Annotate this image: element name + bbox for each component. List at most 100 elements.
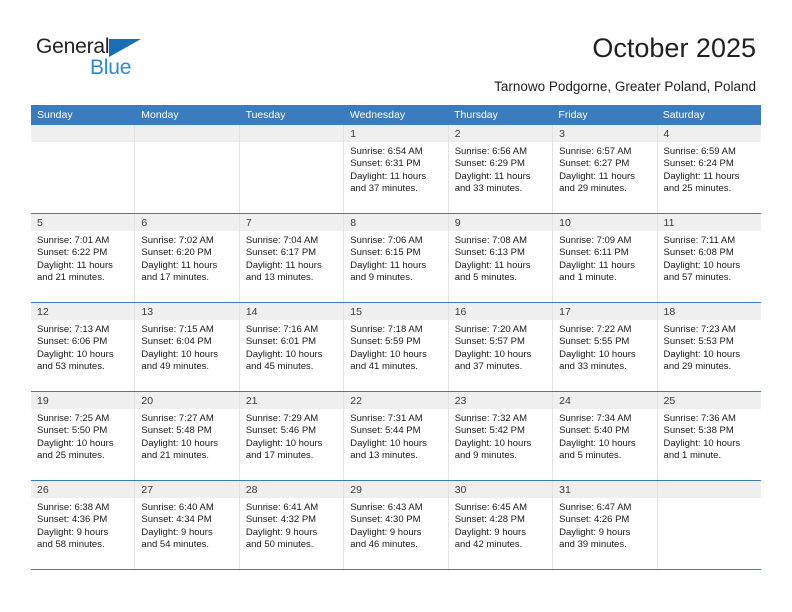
day-details: Sunrise: 7:16 AM Sunset: 6:01 PM Daylight:… (240, 320, 343, 391)
sunset-time: Sunset: 6:20 PM (141, 247, 212, 259)
calendar-day-cell[interactable]: 19 Sunrise: 7:25 AM Sunset: 5:50 PM Dayligh… (31, 392, 136, 480)
weekday-header-monday: Monday (141, 109, 179, 121)
sunset-time: Sunset: 6:11 PM (559, 247, 629, 259)
daylight-duration-line1: Daylight: 10 hours (663, 437, 741, 449)
day-details: Sunrise: 7:06 AM Sunset: 6:15 PM Daylight:… (344, 231, 447, 302)
calendar-week-row: 5 Sunrise: 7:01 AM Sunset: 6:22 PM Daylight… (31, 214, 761, 303)
daylight-duration-line1: Daylight: 10 hours (141, 348, 218, 360)
sunrise-time: Sunrise: 7:25 AM (37, 413, 110, 424)
daylight-duration-line2: and 17 minutes. (141, 272, 210, 284)
calendar-day-cell[interactable]: 3 Sunrise: 6:57 AM Sunset: 6:27 PM Daylight… (553, 125, 658, 213)
daylight-duration-line1: Daylight: 11 hours (141, 259, 218, 271)
day-number: 17 (553, 303, 657, 320)
daylight-duration-line2: and 33 minutes. (454, 183, 523, 195)
calendar-day-cell[interactable]: 18 Sunrise: 7:23 AM Sunset: 5:53 PM Dayligh… (657, 303, 761, 391)
brand-logo[interactable]: General Blue (36, 36, 166, 84)
calendar-day-cell[interactable]: 30 Sunrise: 6:45 AM Sunset: 4:28 PM Dayligh… (448, 481, 554, 569)
day-number: 28 (239, 481, 344, 498)
day-details: Sunrise: 7:23 AM Sunset: 5:53 PM Daylight:… (658, 320, 761, 391)
daylight-duration-line2: and 45 minutes. (245, 361, 314, 373)
calendar-day-cell[interactable]: 31 Sunrise: 6:47 AM Sunset: 4:26 PM Dayligh… (553, 481, 658, 569)
calendar-day-cell[interactable]: 25 Sunrise: 7:36 AM Sunset: 5:38 PM Dayligh… (657, 392, 761, 480)
sunset-time: Sunset: 6:29 PM (454, 158, 525, 170)
sunset-time: Sunset: 6:27 PM (559, 158, 630, 170)
sunrise-time: Sunrise: 7:27 AM (141, 413, 214, 424)
calendar-day-cell[interactable]: 26 Sunrise: 6:38 AM Sunset: 4:36 PM Dayligh… (31, 481, 136, 569)
day-number: 23 (448, 392, 553, 409)
calendar-day-cell[interactable]: 22 Sunrise: 7:31 AM Sunset: 5:44 PM Dayligh… (344, 392, 449, 480)
daylight-duration-line1: Daylight: 9 hours (350, 526, 422, 538)
daylight-duration-line1: Daylight: 9 hours (141, 526, 213, 538)
day-details: Sunrise: 7:11 AM Sunset: 6:08 PM Daylight:… (658, 231, 761, 302)
calendar-day-cell[interactable]: 9 Sunrise: 7:08 AM Sunset: 6:13 PM Daylight… (448, 214, 554, 302)
day-number: 15 (344, 303, 448, 320)
day-details: Sunrise: 6:54 AM Sunset: 6:31 PM Daylight:… (344, 142, 447, 213)
day-details (135, 142, 239, 213)
calendar-day-cell[interactable]: 12 Sunrise: 7:13 AM Sunset: 6:06 PM Dayligh… (31, 303, 136, 391)
calendar-day-cell[interactable]: 5 Sunrise: 7:01 AM Sunset: 6:22 PM Daylight… (31, 214, 136, 302)
day-number: 18 (657, 303, 761, 320)
daylight-duration-line1: Daylight: 9 hours (37, 526, 109, 538)
calendar-day-cell[interactable]: 7 Sunrise: 7:04 AM Sunset: 6:17 PM Daylight… (239, 214, 345, 302)
calendar-day-cell[interactable]: 1 Sunrise: 6:54 AM Sunset: 6:31 PM Daylight… (344, 125, 449, 213)
sunset-time: Sunset: 5:38 PM (663, 425, 734, 437)
sunrise-time: Sunrise: 6:38 AM (37, 502, 110, 513)
daylight-duration-line2: and 46 minutes. (350, 539, 418, 551)
calendar-day-cell[interactable]: 29 Sunrise: 6:43 AM Sunset: 4:30 PM Dayligh… (344, 481, 449, 569)
calendar-day-cell[interactable]: 2 Sunrise: 6:56 AM Sunset: 6:29 PM Daylight… (448, 125, 554, 213)
calendar-day-cell[interactable]: 11 Sunrise: 7:11 AM Sunset: 6:08 PM Dayligh… (657, 214, 761, 302)
calendar-day-cell[interactable]: 8 Sunrise: 7:06 AM Sunset: 6:15 PM Daylight… (344, 214, 449, 302)
calendar-day-cell[interactable]: 14 Sunrise: 7:16 AM Sunset: 6:01 PM Dayligh… (239, 303, 345, 391)
daylight-duration-line2: and 39 minutes. (559, 539, 627, 551)
sunrise-time: Sunrise: 7:31 AM (350, 413, 423, 424)
calendar-day-cell[interactable]: 16 Sunrise: 7:20 AM Sunset: 5:57 PM Dayligh… (448, 303, 554, 391)
day-number: 3 (553, 125, 657, 142)
sunset-time: Sunset: 6:17 PM (245, 247, 317, 259)
day-details (239, 142, 344, 213)
sunset-time: Sunset: 4:26 PM (559, 514, 630, 526)
weekday-header-wednesday: Wednesday (349, 109, 406, 121)
page-title: October 2025 (592, 33, 756, 63)
daylight-duration-line2: and 1 minute. (559, 272, 617, 284)
day-details: Sunrise: 7:36 AM Sunset: 5:38 PM Daylight:… (658, 409, 761, 480)
sunset-time: Sunset: 4:32 PM (245, 514, 317, 526)
day-number: 24 (553, 392, 657, 409)
calendar-week-row: 19 Sunrise: 7:25 AM Sunset: 5:50 PM Dayligh… (31, 392, 761, 481)
calendar-day-cell[interactable]: 24 Sunrise: 7:34 AM Sunset: 5:40 PM Dayligh… (553, 392, 658, 480)
day-number: 12 (31, 303, 135, 320)
calendar-day-cell-empty (239, 125, 345, 213)
day-details: Sunrise: 6:43 AM Sunset: 4:30 PM Daylight:… (344, 498, 447, 569)
day-number: 26 (31, 481, 135, 498)
calendar-day-cell[interactable]: 28 Sunrise: 6:41 AM Sunset: 4:32 PM Dayligh… (239, 481, 345, 569)
day-details: Sunrise: 6:38 AM Sunset: 4:36 PM Daylight:… (31, 498, 134, 569)
day-number: 6 (135, 214, 239, 231)
daylight-duration-line1: Daylight: 11 hours (559, 259, 635, 271)
daylight-duration-line1: Daylight: 10 hours (141, 437, 218, 449)
calendar-day-cell[interactable]: 20 Sunrise: 7:27 AM Sunset: 5:48 PM Dayligh… (135, 392, 240, 480)
calendar-day-cell[interactable]: 4 Sunrise: 6:59 AM Sunset: 6:24 PM Daylight… (657, 125, 761, 213)
calendar-day-cell[interactable]: 13 Sunrise: 7:15 AM Sunset: 6:04 PM Dayligh… (135, 303, 240, 391)
calendar-weeks: 1 Sunrise: 6:54 AM Sunset: 6:31 PM Daylight… (31, 125, 761, 570)
daylight-duration-line1: Daylight: 11 hours (663, 170, 740, 182)
calendar-day-cell[interactable]: 6 Sunrise: 7:02 AM Sunset: 6:20 PM Daylight… (135, 214, 240, 302)
daylight-duration-line1: Daylight: 10 hours (37, 348, 114, 360)
calendar-day-cell[interactable]: 10 Sunrise: 7:09 AM Sunset: 6:11 PM Dayligh… (553, 214, 658, 302)
calendar-day-cell[interactable]: 23 Sunrise: 7:32 AM Sunset: 5:42 PM Dayligh… (448, 392, 554, 480)
sunrise-time: Sunrise: 7:36 AM (663, 413, 736, 424)
calendar-day-cell[interactable]: 17 Sunrise: 7:22 AM Sunset: 5:55 PM Dayligh… (553, 303, 658, 391)
daylight-duration-line1: Daylight: 10 hours (559, 348, 636, 360)
sunset-time: Sunset: 5:59 PM (350, 336, 421, 348)
calendar-day-cell[interactable]: 15 Sunrise: 7:18 AM Sunset: 5:59 PM Dayligh… (344, 303, 449, 391)
sunrise-time: Sunrise: 7:06 AM (350, 235, 423, 246)
day-details: Sunrise: 7:31 AM Sunset: 5:44 PM Daylight:… (344, 409, 447, 480)
calendar-day-cell[interactable]: 21 Sunrise: 7:29 AM Sunset: 5:46 PM Dayligh… (239, 392, 345, 480)
calendar-day-cell[interactable]: 27 Sunrise: 6:40 AM Sunset: 4:34 PM Dayligh… (135, 481, 240, 569)
day-number (31, 125, 135, 142)
day-details: Sunrise: 6:59 AM Sunset: 6:24 PM Daylight:… (658, 142, 761, 213)
daylight-duration-line1: Daylight: 10 hours (663, 348, 741, 360)
daylight-duration-line2: and 21 minutes. (37, 272, 105, 284)
calendar-week-row: 1 Sunrise: 6:54 AM Sunset: 6:31 PM Daylight… (31, 125, 761, 214)
daylight-duration-line2: and 29 minutes. (663, 361, 732, 373)
daylight-duration-line1: Daylight: 11 hours (37, 259, 113, 271)
day-details: Sunrise: 7:01 AM Sunset: 6:22 PM Daylight:… (31, 231, 134, 302)
